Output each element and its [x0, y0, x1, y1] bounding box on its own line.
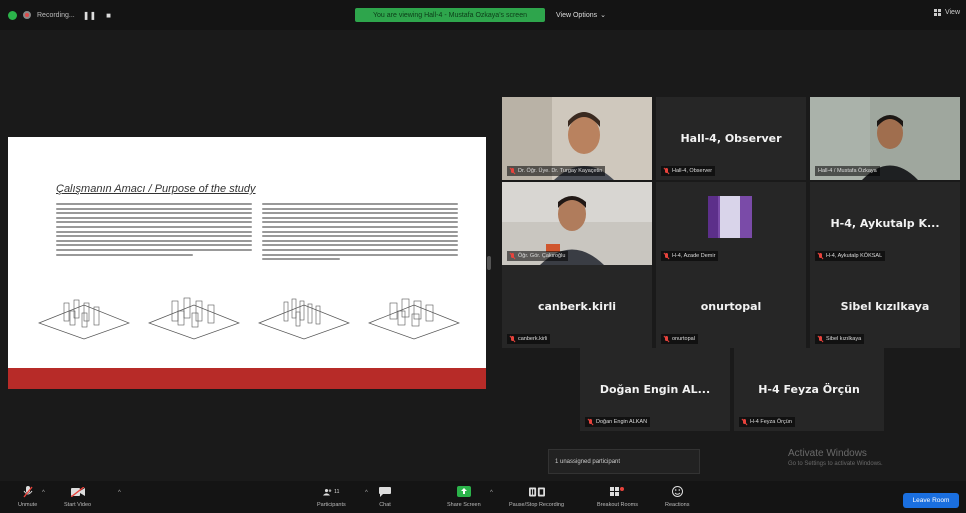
unmute-button[interactable]: Unmute [18, 485, 37, 508]
recording-label: Recording... [37, 11, 75, 19]
participant-name-label: Öğr. Gör. Çakıroğlu [507, 251, 569, 261]
pause-stop-icon [528, 485, 545, 498]
chat-button[interactable]: Chat [377, 485, 393, 508]
pause-recording-button[interactable]: ❚❚ [81, 11, 98, 20]
slide-text-column-tr [56, 203, 252, 258]
recording-indicator: Recording... ❚❚ ■ [8, 7, 113, 23]
splitter-handle[interactable] [487, 256, 491, 270]
chevron-down-icon: ⌄ [600, 12, 606, 19]
mic-muted-icon [510, 253, 516, 259]
notification-popup[interactable]: 1 unassigned participant [548, 449, 700, 474]
slide-footer-bar [8, 368, 486, 389]
mic-muted-icon [664, 253, 670, 259]
top-bar: Recording... ❚❚ ■ You are viewing Hall-4… [0, 0, 966, 30]
pause-stop-recording-label: Pause/Stop Recording [509, 502, 565, 508]
view-layout-button[interactable]: View [933, 9, 960, 16]
participant-tile[interactable]: H-4, Azade Demir [656, 182, 806, 265]
view-options-button[interactable]: View Options ⌄ [556, 8, 606, 22]
participant-name-label: H-4, Aykutalp KÖKSAL [815, 251, 886, 261]
participant-name-label: Hall-4, Observer [661, 166, 716, 176]
view-options-label: View Options [556, 11, 598, 19]
participants-icon: 11 [323, 485, 339, 498]
leave-room-button[interactable]: Leave Room [903, 493, 959, 508]
view-layout-label: View [944, 9, 960, 16]
participant-tile[interactable]: Doğan Engin AL... Doğan Engin ALKAN [580, 348, 730, 431]
mic-muted-icon [664, 168, 670, 174]
participants-count: 11 [334, 488, 340, 495]
pin-fin-figure [258, 298, 350, 340]
meeting-toolbar: Unmute ^ Start Video ^ 11 Participants ^… [0, 481, 966, 513]
pause-stop-recording-button[interactable]: Pause/Stop Recording [509, 485, 564, 508]
slide-title: Çalışmanın Amacı / Purpose of the study [56, 183, 256, 195]
activate-windows-watermark: Activate Windows Go to Settings to activ… [788, 448, 883, 467]
smiley-icon [669, 485, 685, 498]
participant-name-label: Hall-4 / Mustafa Özkaya [815, 166, 880, 176]
mic-muted-icon [588, 419, 594, 425]
mic-muted-icon [818, 336, 824, 342]
share-options-caret-icon[interactable]: ^ [490, 490, 493, 496]
share-screen-button[interactable]: Share Screen [447, 485, 481, 508]
start-video-label: Start Video [64, 502, 92, 508]
participant-name-label: Dr. Öğr. Üye. Dr. Turgay Kayaçetin [507, 166, 606, 176]
participant-tile[interactable]: Öğr. Gör. Çakıroğlu [502, 182, 652, 265]
screen-share-banner: You are viewing Hall-4 - Mustafa Ozkaya'… [355, 8, 545, 22]
participant-name-label: onurtopal [661, 334, 698, 344]
unmute-label: Unmute [18, 502, 38, 508]
participant-tile[interactable]: Sibel kızılkaya Sibel kızılkaya [810, 265, 960, 348]
slide-figures [34, 293, 464, 343]
participants-caret-icon[interactable]: ^ [365, 490, 368, 496]
video-options-caret-icon[interactable]: ^ [118, 490, 121, 496]
breakout-rooms-button[interactable]: Breakout Rooms [597, 485, 638, 508]
reactions-button[interactable]: Reactions [665, 485, 689, 508]
audio-options-caret-icon[interactable]: ^ [42, 490, 45, 496]
pin-fin-figure [38, 299, 130, 340]
participant-name-label: canberk.kirli [507, 334, 551, 344]
security-shield-icon[interactable] [8, 10, 17, 20]
share-screen-icon [456, 485, 472, 498]
mic-muted-icon [664, 336, 670, 342]
pin-fin-figure [368, 298, 460, 340]
participant-name-label: H-4 Feyza Örçün [739, 417, 795, 427]
mic-muted-icon [510, 168, 516, 174]
grid-icon [933, 9, 941, 16]
participant-name-label: Doğan Engin ALKAN [585, 417, 651, 427]
mic-muted-icon [510, 336, 516, 342]
participant-tile-active-speaker[interactable]: Hall-4 / Mustafa Özkaya [810, 97, 960, 180]
mic-muted-icon [742, 419, 748, 425]
participant-name-label: H-4, Azade Demir [661, 251, 719, 261]
shared-screen-slide: Çalışmanın Amacı / Purpose of the study [8, 137, 486, 389]
recording-dot-icon [23, 11, 31, 19]
participants-button[interactable]: 11 Participants [317, 485, 346, 509]
start-video-button[interactable]: Start Video [64, 485, 91, 508]
stop-recording-button[interactable]: ■ [104, 11, 113, 20]
chat-label: Chat [379, 502, 391, 508]
participant-tile[interactable]: H-4 Feyza Örçün H-4 Feyza Örçün [734, 348, 884, 431]
participant-tile[interactable]: onurtopal onurtopal [656, 265, 806, 348]
breakout-rooms-label: Breakout Rooms [597, 502, 638, 508]
participant-tile[interactable]: Hall-4, Observer Hall-4, Observer [656, 97, 806, 180]
microphone-muted-icon [20, 485, 36, 498]
mic-muted-icon [818, 253, 824, 259]
zoom-window: Recording... ❚❚ ■ You are viewing Hall-4… [0, 0, 966, 513]
reactions-label: Reactions [665, 502, 690, 508]
pin-fin-figure [148, 297, 240, 340]
participants-label: Participants [317, 502, 346, 508]
slide-text-column-en [262, 203, 458, 263]
participant-tile[interactable]: H-4, Aykutalp K... H-4, Aykutalp KÖKSAL [810, 182, 960, 265]
breakout-rooms-icon [609, 485, 625, 498]
participant-tile[interactable]: canberk.kirli canberk.kirli [502, 265, 652, 348]
participant-tile[interactable]: Dr. Öğr. Üye. Dr. Turgay Kayaçetin [502, 97, 652, 180]
video-off-icon [70, 485, 86, 498]
participant-name-label: Sibel kızılkaya [815, 334, 865, 344]
share-screen-label: Share Screen [447, 502, 481, 508]
chat-bubble-icon [377, 485, 393, 498]
